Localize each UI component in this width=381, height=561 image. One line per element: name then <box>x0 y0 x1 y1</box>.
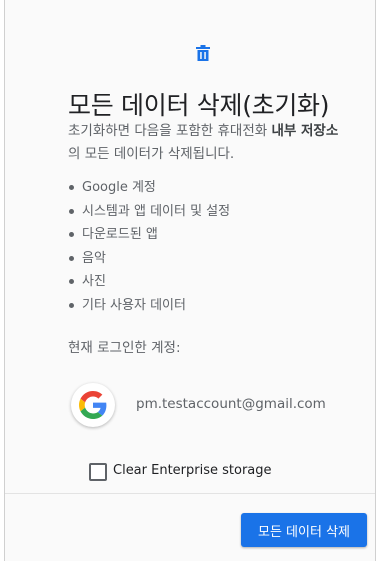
account-email: pm.testaccount@gmail.com <box>136 396 326 412</box>
bullet <box>69 255 74 261</box>
erase-all-data-button[interactable]: 모든 데이터 삭제 <box>241 513 367 547</box>
clear-enterprise-storage-checkbox[interactable] <box>89 463 107 481</box>
list-item-label: 기타 사용자 데이터 <box>82 297 186 313</box>
description-bold: 내부 저장소 <box>271 123 339 139</box>
data-item-list: Google 계정 시스템과 앱 데이터 및 설정 다운로드된 앱 음악 사진 … <box>68 176 230 317</box>
bullet <box>69 232 74 237</box>
reset-dialog: 모든 데이터 삭제(초기화) 초기화하면 다음을 포함한 휴대전화 내부 저장소… <box>4 0 376 561</box>
description-text: 초기화하면 다음을 포함한 휴대전화 <box>68 123 272 139</box>
list-item-label: 음악 <box>82 250 106 266</box>
list-item-label: Google 계정 <box>82 180 156 195</box>
bullet <box>69 302 74 308</box>
bullet <box>69 185 74 190</box>
list-item: 다운로드된 앱 <box>68 223 230 247</box>
reset-description: 초기화하면 다음을 포함한 휴대전화 내부 저장소의 모든 데이터가 삭제됩니다… <box>68 120 368 166</box>
divider <box>5 493 375 494</box>
trash-icon <box>196 45 210 61</box>
list-item-label: 다운로드된 앱 <box>82 227 158 242</box>
description-text-end: 의 모든 데이터가 삭제됩니다. <box>68 146 235 162</box>
account-label: 현재 로그인한 계정: <box>68 340 181 356</box>
bullet <box>69 208 74 214</box>
checkbox-label[interactable]: Clear Enterprise storage <box>113 463 272 478</box>
avatar <box>71 383 115 427</box>
list-item: 사진 <box>68 270 230 294</box>
page-title: 모든 데이터 삭제(초기화) <box>68 91 330 120</box>
list-item: Google 계정 <box>68 176 230 200</box>
google-icon <box>79 391 107 419</box>
list-item: 시스템과 앱 데이터 및 설정 <box>68 200 230 224</box>
list-item: 음악 <box>68 247 230 271</box>
bullet <box>69 279 74 284</box>
list-item-label: 사진 <box>82 274 106 289</box>
list-item: 기타 사용자 데이터 <box>68 294 230 318</box>
list-item-label: 시스템과 앱 데이터 및 설정 <box>82 203 231 219</box>
